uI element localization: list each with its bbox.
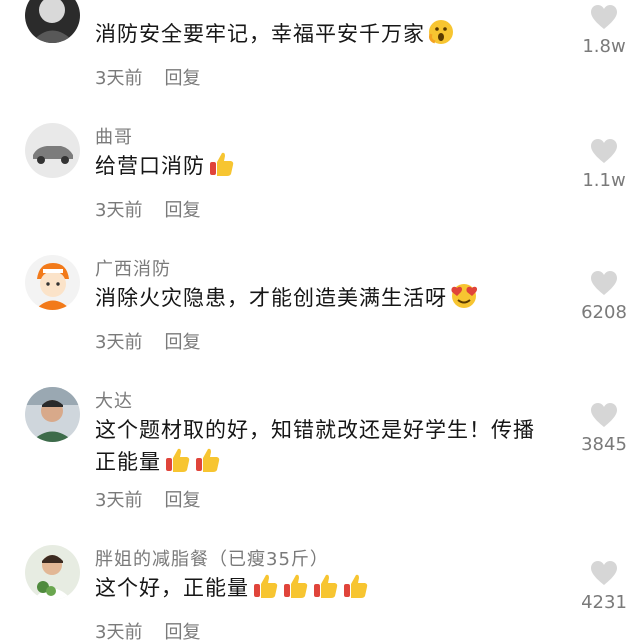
comment-time: 3天前 <box>95 490 143 511</box>
heart-icon <box>580 560 628 586</box>
comment-time: 3天前 <box>95 332 143 353</box>
comment-time: 3天前 <box>95 68 143 89</box>
reply-button[interactable]: 回复 <box>164 332 200 353</box>
comment-text-line: 这个题材取的好，知错就改还是好学生！传播 <box>95 418 535 442</box>
avatar[interactable] <box>25 255 80 310</box>
comment-text: 消除火灾隐患，才能创造美满生活呀 <box>95 282 573 319</box>
thumbs-up-icon <box>207 150 235 187</box>
reply-button[interactable]: 回复 <box>164 68 200 89</box>
comment-meta: 3天前 回复 <box>95 486 200 512</box>
heart-face-icon <box>449 282 479 319</box>
avatar[interactable] <box>25 387 80 442</box>
comment-text: 这个好，正能量 <box>95 572 573 609</box>
heart-icon <box>580 4 628 30</box>
comment-username[interactable]: 广西消防 <box>95 255 171 281</box>
comment-username[interactable]: 胖姐的减脂餐（已瘦35斤） <box>95 545 329 571</box>
like-button[interactable]: 3845 <box>580 402 628 455</box>
reply-button[interactable]: 回复 <box>164 622 200 643</box>
like-button[interactable]: 6208 <box>580 270 628 323</box>
heart-icon <box>580 270 628 296</box>
like-count: 4231 <box>581 592 627 613</box>
avatar[interactable] <box>25 545 80 600</box>
thumbs-up-icon <box>281 572 309 609</box>
comment-meta: 3天前 回复 <box>95 618 200 644</box>
like-button[interactable]: 1.8w <box>580 4 628 57</box>
comment-text: 消防安全要牢记，幸福平安千万家 <box>95 18 573 55</box>
comment-meta: 3天前 回复 <box>95 328 200 354</box>
heart-icon <box>580 402 628 428</box>
comment-text-line: 正能量 <box>95 446 573 483</box>
heart-icon <box>580 138 628 164</box>
comment-time: 3天前 <box>95 200 143 221</box>
reply-button[interactable]: 回复 <box>164 490 200 511</box>
avatar[interactable] <box>25 123 80 178</box>
comment-meta: 3天前 回复 <box>95 64 200 90</box>
like-count: 1.1w <box>582 170 626 191</box>
thumbs-up-icon <box>341 572 369 609</box>
reply-button[interactable]: 回复 <box>164 200 200 221</box>
comment-text: 这个题材取的好，知错就改还是好学生！传播 正能量 <box>95 414 573 483</box>
like-count: 3845 <box>581 434 627 455</box>
avatar[interactable] <box>25 0 80 43</box>
comment-text: 给营口消防 <box>95 150 573 187</box>
comment-username[interactable]: 大达 <box>95 387 133 413</box>
thumbs-up-icon <box>311 572 339 609</box>
comment-meta: 3天前 回复 <box>95 196 200 222</box>
comment-username[interactable]: 曲哥 <box>95 123 133 149</box>
like-button[interactable]: 4231 <box>580 560 628 613</box>
comment-time: 3天前 <box>95 622 143 643</box>
like-button[interactable]: 1.1w <box>580 138 628 191</box>
like-count: 6208 <box>581 302 627 323</box>
thumbs-up-icon <box>163 446 191 483</box>
thumbs-up-icon <box>193 446 221 483</box>
surprised-face-icon <box>427 18 455 55</box>
thumbs-up-icon <box>251 572 279 609</box>
like-count: 1.8w <box>582 36 626 57</box>
